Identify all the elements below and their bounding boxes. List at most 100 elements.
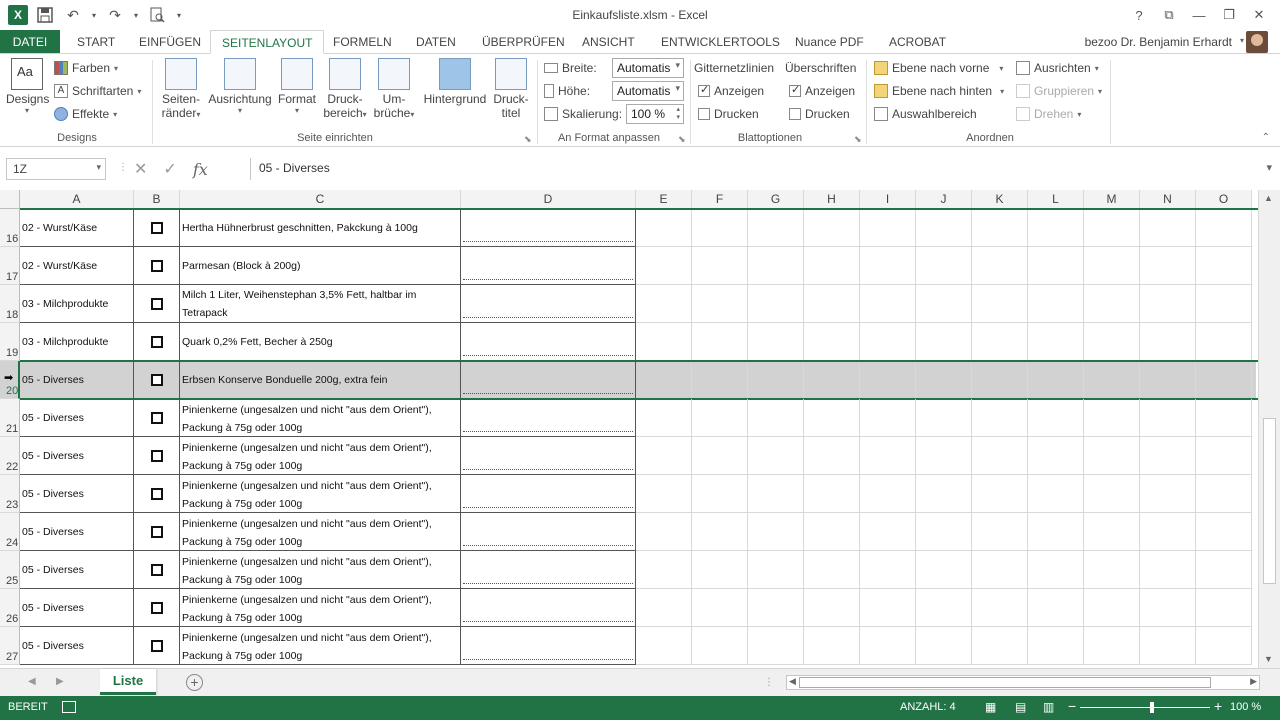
cell-empty[interactable]: [916, 209, 972, 247]
cell-notes[interactable]: [461, 589, 636, 627]
cell-empty[interactable]: [804, 513, 860, 551]
cell-empty[interactable]: [1140, 361, 1196, 399]
checkbox-empty-icon[interactable]: [150, 525, 163, 538]
cell-empty[interactable]: [972, 323, 1028, 361]
cell-item[interactable]: Parmesan (Block à 200g): [180, 247, 461, 285]
column-header-f[interactable]: F: [692, 190, 748, 209]
row-header[interactable]: 21: [0, 399, 20, 437]
row-header[interactable]: 22: [0, 437, 20, 475]
cell-empty[interactable]: [916, 589, 972, 627]
cell-empty[interactable]: [972, 589, 1028, 627]
cell-empty[interactable]: [916, 627, 972, 665]
row-header[interactable]: 25: [0, 551, 20, 589]
cell-empty[interactable]: [1084, 247, 1140, 285]
cell-notes[interactable]: [461, 551, 636, 589]
cell-notes[interactable]: [461, 513, 636, 551]
cell-checkbox[interactable]: [134, 475, 180, 513]
cell-empty[interactable]: [972, 437, 1028, 475]
macro-record-icon[interactable]: [62, 701, 76, 713]
checkbox-empty-icon[interactable]: [150, 449, 163, 462]
hoehe-select[interactable]: Automatis ▾: [612, 81, 684, 101]
cell-empty[interactable]: [1140, 627, 1196, 665]
column-header-o[interactable]: O: [1196, 190, 1252, 209]
cell-empty[interactable]: [1140, 475, 1196, 513]
cell-empty[interactable]: [972, 361, 1028, 399]
cell-empty[interactable]: [1196, 285, 1252, 323]
cell-empty[interactable]: [916, 437, 972, 475]
cell-notes[interactable]: [461, 247, 636, 285]
blattoptionen-launcher-icon[interactable]: ⬊: [854, 134, 862, 145]
zoom-slider[interactable]: [1080, 707, 1210, 708]
cell-empty[interactable]: [1028, 437, 1084, 475]
scroll-up-icon[interactable]: ▲: [1264, 193, 1273, 203]
cell-empty[interactable]: [692, 361, 748, 399]
cell-empty[interactable]: [804, 399, 860, 437]
cell-empty[interactable]: [1028, 285, 1084, 323]
cell-category[interactable]: 05 - Diverses: [20, 513, 134, 551]
cell-empty[interactable]: [972, 551, 1028, 589]
avatar[interactable]: [1246, 31, 1268, 53]
cell-empty[interactable]: [1140, 589, 1196, 627]
enter-icon[interactable]: ✓: [163, 159, 176, 179]
cell-empty[interactable]: [748, 589, 804, 627]
cell-category[interactable]: 05 - Diverses: [20, 361, 134, 399]
horizontal-scrollbar[interactable]: ◀ ▶: [786, 675, 1260, 690]
cell-empty[interactable]: [972, 399, 1028, 437]
cell-empty[interactable]: [1028, 513, 1084, 551]
cell-empty[interactable]: [636, 437, 692, 475]
cell-empty[interactable]: [1196, 551, 1252, 589]
cell-notes[interactable]: [461, 437, 636, 475]
cell-empty[interactable]: [1084, 361, 1140, 399]
select-all-corner[interactable]: [0, 190, 20, 209]
checkbox-empty-icon[interactable]: [150, 601, 163, 614]
cell-empty[interactable]: [636, 627, 692, 665]
cell-empty[interactable]: [1084, 285, 1140, 323]
cell-category[interactable]: 02 - Wurst/Käse: [20, 247, 134, 285]
cell-empty[interactable]: [804, 361, 860, 399]
user-name[interactable]: bezoo Dr. Benjamin Erhardt: [1085, 35, 1232, 49]
an-format-anpassen-launcher-icon[interactable]: ⬊: [678, 134, 686, 145]
tab-formeln[interactable]: FORMELN: [322, 30, 403, 54]
cell-category[interactable]: 03 - Milchprodukte: [20, 285, 134, 323]
cell-empty[interactable]: [1028, 475, 1084, 513]
minimize-button[interactable]: —: [1186, 4, 1212, 26]
horizontal-scroll-thumb[interactable]: [799, 677, 1211, 688]
cell-checkbox[interactable]: [134, 285, 180, 323]
cell-item[interactable]: Pinienkerne (ungesalzen und nicht "aus d…: [180, 437, 461, 475]
cell-empty[interactable]: [636, 475, 692, 513]
cell-empty[interactable]: [692, 399, 748, 437]
checkbox-empty-icon[interactable]: [150, 563, 163, 576]
checkbox-empty-icon[interactable]: [150, 639, 163, 652]
column-header-i[interactable]: I: [860, 190, 916, 209]
column-header-l[interactable]: L: [1028, 190, 1084, 209]
cell-empty[interactable]: [972, 513, 1028, 551]
druckbereich-button[interactable]: Druck- bereich▾: [322, 58, 368, 120]
cell-empty[interactable]: [748, 513, 804, 551]
checkbox-empty-icon[interactable]: [150, 373, 163, 386]
cell-notes[interactable]: [461, 627, 636, 665]
cell-empty[interactable]: [1196, 399, 1252, 437]
cell-empty[interactable]: [916, 399, 972, 437]
cell-empty[interactable]: [860, 361, 916, 399]
scroll-down-icon[interactable]: ▼: [1264, 654, 1273, 664]
cell-empty[interactable]: [916, 361, 972, 399]
cell-notes[interactable]: [461, 285, 636, 323]
cell-empty[interactable]: [1196, 513, 1252, 551]
zoom-slider-thumb[interactable]: [1150, 702, 1154, 713]
row-header[interactable]: 20 ➡: [0, 361, 20, 399]
cell-empty[interactable]: [860, 475, 916, 513]
cell-empty[interactable]: [1084, 627, 1140, 665]
sheet-next-icon[interactable]: ▶: [56, 676, 64, 687]
hintergrund-button[interactable]: Hintergrund: [420, 58, 490, 106]
cell-empty[interactable]: [1028, 209, 1084, 247]
cell-empty[interactable]: [972, 209, 1028, 247]
sheet-prev-icon[interactable]: ◀: [28, 676, 36, 687]
user-dropdown-icon[interactable]: ▾: [1240, 36, 1244, 45]
cell-item[interactable]: Pinienkerne (ungesalzen und nicht "aus d…: [180, 627, 461, 665]
checkbox-empty-icon[interactable]: [150, 221, 163, 234]
row-header[interactable]: 27: [0, 627, 20, 665]
cell-checkbox[interactable]: [134, 513, 180, 551]
ebene-nach-vorne-button[interactable]: Ebene nach vorne ▾: [874, 58, 1003, 78]
cell-empty[interactable]: [636, 247, 692, 285]
breite-select[interactable]: Automatis ▾: [612, 58, 684, 78]
